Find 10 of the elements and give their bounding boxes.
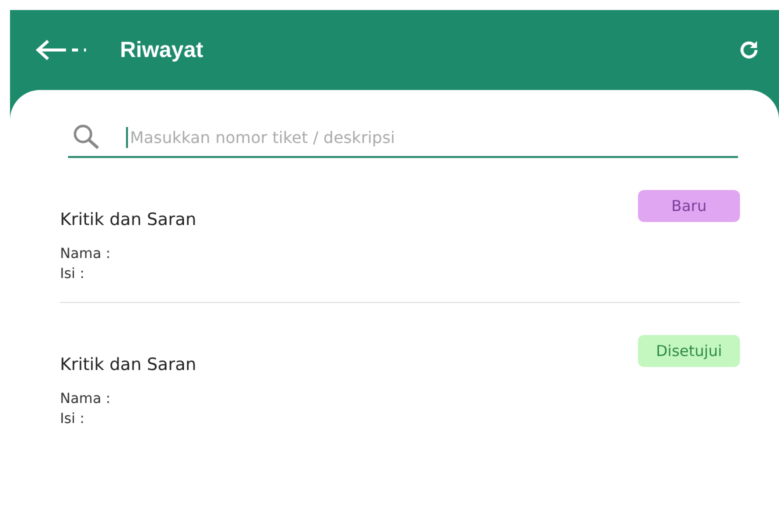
ticket-title: Kritik dan Saran [60, 355, 196, 375]
page-title: Riwayat [120, 37, 204, 63]
search-icon [72, 124, 100, 150]
content-label: Isi : [60, 265, 86, 284]
content-label: Isi : [60, 410, 86, 429]
status-badge: Baru [638, 190, 740, 222]
ticket-title: Kritik dan Saran [60, 210, 196, 230]
status-badge: Disetujui [638, 335, 740, 367]
name-label: Nama : [60, 390, 112, 409]
name-label: Nama : [60, 245, 112, 264]
